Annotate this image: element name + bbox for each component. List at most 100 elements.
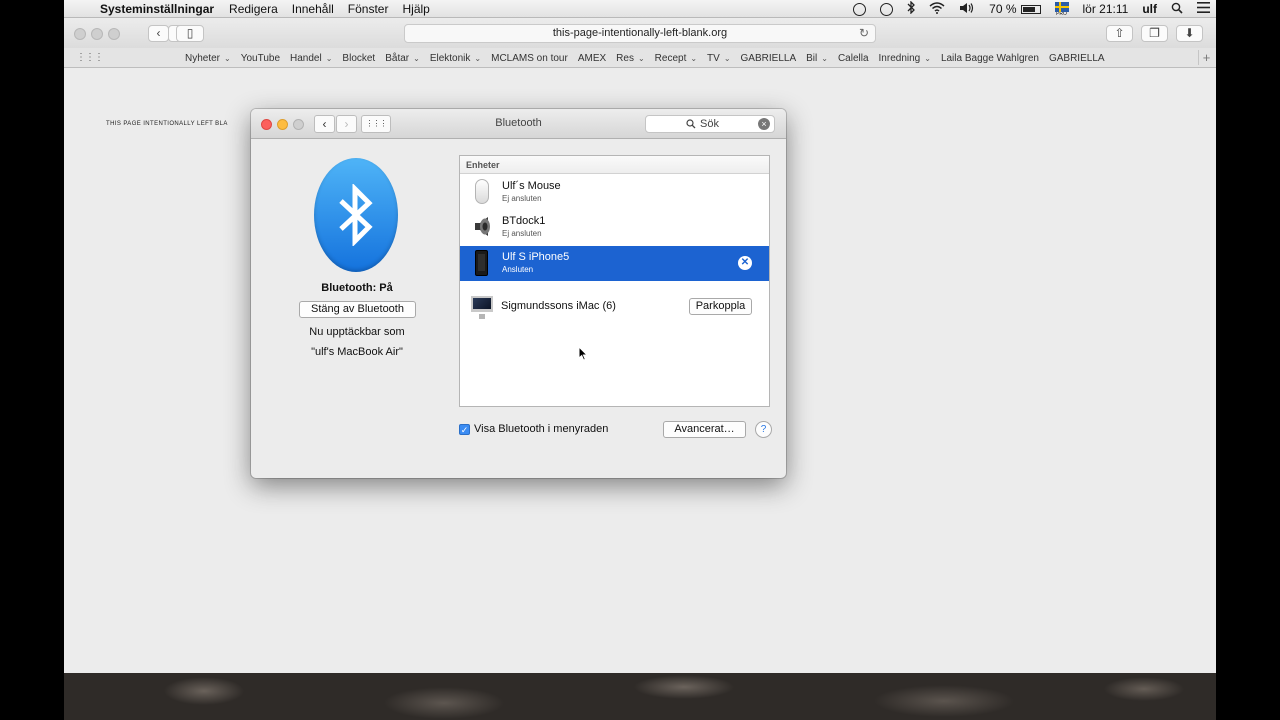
record-icon[interactable] — [853, 2, 867, 16]
bluetooth-preferences-window: ‹ › ⋮⋮⋮ Bluetooth Sök × Bluetooth: På St… — [251, 109, 786, 478]
search-placeholder: Sök — [700, 118, 719, 130]
bookmark-item[interactable]: AMEX — [578, 53, 606, 64]
new-tab-icon[interactable]: + — [1198, 50, 1214, 65]
bookmark-item[interactable]: Calella — [838, 53, 869, 64]
prefs-search-field[interactable]: Sök × — [645, 115, 775, 133]
turn-off-bluetooth-button[interactable]: Stäng av Bluetooth — [299, 301, 416, 318]
screen: Systeminställningar Redigera Innehåll Fö… — [64, 0, 1216, 720]
desktop-background — [64, 673, 1216, 720]
volume-icon[interactable] — [959, 2, 975, 17]
mouse-icon — [475, 179, 489, 204]
chevron-down-icon: ⌄ — [474, 53, 482, 63]
bookmark-label: Laila Bagge Wahlgren — [940, 52, 1039, 64]
page-text: THIS PAGE INTENTIONALLY LEFT BLA — [106, 121, 228, 127]
search-clear-icon[interactable]: × — [758, 118, 770, 130]
bookmark-item[interactable]: GABRIELLA — [741, 53, 797, 64]
downloads-icon[interactable]: ⬇ — [1176, 25, 1203, 42]
bookmark-label: Recept — [654, 52, 687, 64]
input-source-label: PRO — [1056, 10, 1067, 17]
notification-center-icon[interactable] — [1197, 2, 1210, 16]
bookmark-label: Bil — [806, 52, 818, 64]
chevron-down-icon: ⌄ — [690, 53, 698, 63]
discoverable-label: Nu upptäckbar som — [309, 326, 405, 338]
bookmark-label: GABRIELLA — [1048, 52, 1105, 64]
iphone-icon — [475, 250, 488, 276]
device-row-btdock[interactable]: BTdock1 Ej ansluten — [460, 210, 769, 245]
address-bar[interactable]: this-page-intentionally-left-blank.org ↻ — [404, 24, 876, 43]
bluetooth-menu-icon[interactable] — [907, 0, 916, 17]
bookmark-label: Handel — [290, 52, 322, 64]
bookmark-item[interactable]: Elektonik ⌄ — [430, 53, 481, 64]
nearby-device-row: Sigmundssons iMac (6) Parkoppla — [460, 292, 769, 322]
tabs-overview-icon[interactable]: ❐ — [1141, 25, 1168, 42]
battery-status[interactable]: 70 % — [989, 2, 1041, 16]
status-menus: 70 % PRO lör 21:11 ulf — [853, 0, 1210, 18]
menu-user[interactable]: ulf — [1142, 2, 1157, 16]
help-button[interactable]: ? — [755, 421, 772, 438]
bookmarks-bar: ⋮⋮⋮ Nyheter ⌄ YouTube Handel ⌄ Blocket Båtar ⌄ E… — [64, 48, 1216, 68]
device-status: Ansluten — [502, 265, 534, 274]
input-source[interactable]: PRO — [1054, 1, 1069, 17]
browser-zoom-button[interactable] — [108, 28, 120, 40]
browser-close-button[interactable] — [74, 28, 86, 40]
bookmark-item[interactable]: Laila Bagge Wahlgren — [941, 53, 1039, 64]
bookmark-item[interactable]: Blocket — [342, 53, 375, 64]
show-in-menubar-checkbox[interactable]: ✓ — [459, 424, 470, 435]
bookmark-item[interactable]: GABRIELLA — [1049, 53, 1105, 64]
bookmark-label: Inredning — [878, 52, 921, 64]
browser-back-button[interactable]: ‹ — [148, 25, 169, 42]
chevron-down-icon: ⌄ — [723, 53, 731, 63]
time-machine-icon[interactable] — [880, 2, 894, 16]
wifi-icon[interactable] — [929, 1, 945, 17]
sidebar-toggle-icon[interactable]: ▯ — [176, 25, 204, 42]
battery-icon — [1020, 4, 1041, 14]
chevron-down-icon: ⌄ — [924, 53, 931, 63]
bookmark-item[interactable]: Nyheter ⌄ — [185, 53, 231, 64]
bookmark-item[interactable]: Recept ⌄ — [655, 53, 697, 64]
menu-clock[interactable]: lör 21:11 — [1083, 2, 1129, 16]
bookmark-item[interactable]: TV ⌄ — [707, 53, 730, 64]
menu-item-fonster[interactable]: Fönster — [348, 2, 389, 16]
bookmark-label: Nyheter — [185, 52, 221, 64]
device-row-iphone[interactable]: Ulf S iPhone5 Ansluten ✕ — [460, 246, 769, 281]
swedish-flag-icon — [1054, 1, 1069, 12]
pair-button[interactable]: Parkoppla — [689, 298, 752, 315]
remove-device-icon[interactable]: ✕ — [738, 256, 752, 270]
bookmark-label: Res — [616, 52, 634, 64]
show-in-menubar-label[interactable]: Visa Bluetooth i menyraden — [474, 423, 608, 435]
bookmark-item[interactable]: Båtar ⌄ — [385, 53, 420, 64]
menu-item-innehall[interactable]: Innehåll — [292, 2, 334, 16]
bookmark-item[interactable]: Inredning ⌄ — [879, 53, 931, 64]
device-row-mouse[interactable]: Ulf´s Mouse Ej ansluten — [460, 175, 769, 210]
bookmark-label: YouTube — [240, 52, 281, 64]
device-name: Ulf S iPhone5 — [502, 251, 570, 263]
advanced-button[interactable]: Avancerat… — [663, 421, 746, 438]
bookmark-item[interactable]: YouTube — [241, 53, 280, 64]
bookmark-item[interactable]: Res ⌄ — [616, 53, 645, 64]
menu-bar: Systeminställningar Redigera Innehåll Fö… — [64, 0, 1216, 18]
menu-app-name[interactable]: Systeminställningar — [100, 2, 214, 16]
reload-icon[interactable]: ↻ — [859, 25, 869, 42]
bookmark-item[interactable]: MCLAMS on tour — [491, 53, 568, 64]
bookmark-label: Elektonik — [429, 52, 471, 64]
bookmark-label: Båtar — [385, 52, 410, 64]
bookmarks-list: Nyheter ⌄ YouTube Handel ⌄ Blocket Båtar ⌄ Elekt… — [185, 48, 1105, 68]
bookmark-item[interactable]: Bil ⌄ — [806, 53, 828, 64]
top-sites-icon[interactable]: ⋮⋮⋮ — [76, 52, 104, 63]
bookmark-label: MCLAMS on tour — [491, 52, 568, 64]
window-titlebar[interactable]: ‹ › ⋮⋮⋮ Bluetooth Sök × — [251, 109, 786, 139]
bookmark-label: Calella — [837, 52, 869, 64]
battery-percent: 70 % — [989, 2, 1017, 16]
device-name: BTdock1 — [502, 215, 546, 227]
menu-item-hjalp[interactable]: Hjälp — [402, 2, 429, 16]
share-icon[interactable]: ⇧ — [1106, 25, 1133, 42]
discoverable-device-name: "ulf's MacBook Air" — [311, 346, 403, 358]
chevron-down-icon: ⌄ — [821, 53, 828, 63]
chevron-down-icon: ⌄ — [224, 53, 231, 63]
device-status: Ej ansluten — [502, 194, 542, 203]
menu-item-redigera[interactable]: Redigera — [229, 2, 278, 16]
spotlight-icon[interactable] — [1171, 2, 1183, 17]
bookmark-item[interactable]: Handel ⌄ — [290, 53, 332, 64]
browser-minimize-button[interactable] — [91, 28, 103, 40]
speaker-icon — [473, 215, 493, 238]
